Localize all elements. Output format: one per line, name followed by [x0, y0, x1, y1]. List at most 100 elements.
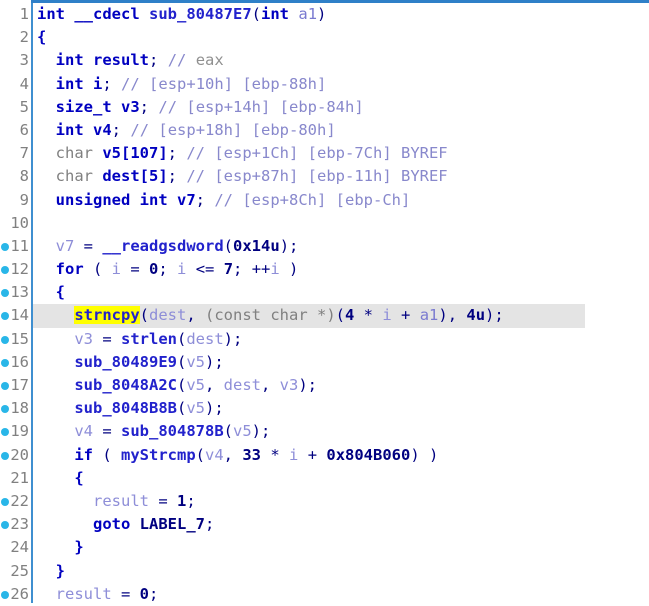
code-text[interactable]: v4 = sub_804878B(v5); — [37, 420, 649, 443]
variable-token[interactable]: result — [93, 492, 149, 510]
number-token[interactable]: 1 — [177, 492, 186, 510]
code-line[interactable]: 22 result = 1; — [0, 490, 649, 513]
keyword-token[interactable]: } — [56, 562, 65, 580]
type-cast-token[interactable]: char — [56, 167, 93, 185]
code-text[interactable]: size_t v3; // [esp+14h] [ebp-84h] — [37, 96, 649, 119]
code-line[interactable]: 16 sub_80489E9(v5); — [0, 351, 649, 374]
code-text[interactable]: unsigned int v7; // [esp+8Ch] [ebp-Ch] — [37, 189, 649, 212]
code-text[interactable]: strncpy(dest, (const char *)(4 * i + a1)… — [37, 304, 649, 327]
type-cast-token[interactable]: char — [56, 144, 93, 162]
keyword-token[interactable]: if — [74, 446, 93, 464]
executable-line-marker-icon[interactable] — [1, 358, 9, 367]
highlighted-token[interactable]: strncpy — [74, 306, 140, 325]
code-text[interactable]: for ( i = 0; i <= 7; ++i ) — [37, 258, 649, 281]
code-text[interactable]: int v4; // [esp+18h] [ebp-80h] — [37, 119, 649, 142]
number-token[interactable]: 0x804B060 — [326, 446, 410, 464]
code-text[interactable]: if ( myStrcmp(v4, 33 * i + 0x804B060) ) — [37, 444, 649, 467]
code-text[interactable]: { — [37, 26, 649, 49]
code-text[interactable]: char dest[5]; // [esp+87h] [ebp-11h] BYR… — [37, 165, 649, 188]
variable-token[interactable]: v7 — [56, 237, 75, 255]
function-name-token[interactable]: myStrcmp — [121, 446, 196, 464]
keyword-token[interactable]: v7 — [168, 191, 196, 209]
code-text[interactable]: int i; // [esp+10h] [ebp-88h] — [37, 73, 649, 96]
code-line[interactable]: 7 char v5[107]; // [esp+1Ch] [ebp-7Ch] B… — [0, 142, 649, 165]
keyword-token[interactable]: v5[107] — [93, 144, 167, 162]
code-line[interactable]: 26 result = 0; — [0, 583, 649, 606]
variable-token[interactable]: v4 — [74, 422, 93, 440]
keyword-token[interactable]: { — [37, 28, 46, 46]
code-line[interactable]: 4 int i; // [esp+10h] [ebp-88h] — [0, 73, 649, 96]
executable-line-marker-icon[interactable] — [1, 335, 9, 344]
keyword-token[interactable]: } — [74, 538, 83, 556]
function-name-token[interactable]: strlen — [121, 330, 177, 348]
code-line[interactable]: 17 sub_8048A2C(v5, dest, v3); — [0, 374, 649, 397]
keyword-token[interactable]: for — [56, 260, 84, 278]
number-token[interactable]: 4u — [466, 306, 485, 324]
keyword-token[interactable]: v3 — [112, 98, 140, 116]
code-text[interactable]: int result; // eax — [37, 49, 649, 72]
variable-token[interactable]: v5 — [186, 376, 205, 394]
variable-token[interactable]: dest — [224, 376, 261, 394]
function-name-token[interactable]: sub_8048A2C — [74, 376, 177, 394]
code-line[interactable]: 23 goto LABEL_7; — [0, 513, 649, 536]
number-token[interactable]: 7 — [224, 260, 233, 278]
code-line[interactable]: 15 v3 = strlen(dest); — [0, 328, 649, 351]
code-text[interactable]: result = 0; — [37, 583, 649, 606]
keyword-token[interactable]: dest[5] — [93, 167, 167, 185]
keyword-token[interactable]: int — [56, 51, 84, 69]
variable-token[interactable]: v3 — [280, 376, 299, 394]
argument-token[interactable]: a1 — [298, 5, 317, 23]
keyword-token[interactable]: v4 — [84, 121, 112, 139]
code-line[interactable]: 5 size_t v3; // [esp+14h] [ebp-84h] — [0, 96, 649, 119]
keyword-token[interactable]: { — [74, 469, 83, 487]
code-line[interactable]: 6 int v4; // [esp+18h] [ebp-80h] — [0, 119, 649, 142]
code-text[interactable]: v3 = strlen(dest); — [37, 328, 649, 351]
keyword-token[interactable]: i — [84, 75, 102, 93]
keyword-token[interactable]: __cdecl — [74, 5, 139, 23]
function-name-token[interactable]: sub_80487E7 — [149, 5, 252, 23]
function-name-token[interactable]: sub_80489E9 — [74, 353, 177, 371]
code-line[interactable]: 19 v4 = sub_804878B(v5); — [0, 420, 649, 443]
function-name-token[interactable]: sub_8048B8B — [74, 399, 177, 417]
code-text[interactable]: sub_80489E9(v5); — [37, 351, 649, 374]
variable-token[interactable]: i — [112, 260, 121, 278]
keyword-token[interactable]: size_t — [56, 98, 112, 116]
keyword-token[interactable]: int — [56, 75, 84, 93]
variable-token[interactable]: i — [382, 306, 391, 324]
variable-token[interactable]: i — [270, 260, 279, 278]
code-text[interactable]: } — [37, 536, 649, 559]
variable-token[interactable]: v5 — [186, 399, 205, 417]
number-token[interactable]: 0 — [149, 260, 158, 278]
code-line[interactable]: 12 for ( i = 0; i <= 7; ++i ) — [0, 258, 649, 281]
code-line[interactable]: 11 v7 = __readgsdword(0x14u); — [0, 235, 649, 258]
keyword-token[interactable]: unsigned int — [56, 191, 168, 209]
code-text[interactable]: sub_8048B8B(v5); — [37, 397, 649, 420]
executable-line-marker-icon[interactable] — [1, 266, 9, 275]
number-token[interactable]: 0x14u — [233, 237, 280, 255]
function-name-token[interactable]: sub_804878B — [121, 422, 224, 440]
type-cast-token[interactable]: (const char *) — [205, 306, 336, 324]
code-text[interactable]: { — [37, 281, 649, 304]
keyword-token[interactable]: result — [84, 51, 149, 69]
keyword-token[interactable]: int — [261, 5, 289, 23]
function-name-token[interactable]: __readgsdword — [102, 237, 223, 255]
code-text[interactable]: { — [37, 467, 649, 490]
code-text[interactable]: result = 1; — [37, 490, 649, 513]
code-line[interactable]: 13 { — [0, 281, 649, 304]
code-text[interactable]: char v5[107]; // [esp+1Ch] [ebp-7Ch] BYR… — [37, 142, 649, 165]
code-text[interactable]: int __cdecl sub_80487E7(int a1) — [37, 3, 649, 26]
variable-token[interactable]: v5 — [186, 353, 205, 371]
code-line[interactable]: 1 int __cdecl sub_80487E7(int a1) — [0, 3, 649, 26]
code-text[interactable]: } — [37, 560, 649, 583]
code-text[interactable]: goto LABEL_7; — [37, 513, 649, 536]
code-text[interactable]: v7 = __readgsdword(0x14u); — [37, 235, 649, 258]
code-line[interactable]: 20 if ( myStrcmp(v4, 33 * i + 0x804B060)… — [0, 444, 649, 467]
keyword-token[interactable]: int — [37, 5, 65, 23]
code-line[interactable]: 25 } — [0, 560, 649, 583]
number-token[interactable]: 0 — [140, 585, 149, 603]
code-line[interactable]: 21 { — [0, 467, 649, 490]
number-token[interactable]: 4 — [345, 306, 354, 324]
code-line[interactable]: 24 } — [0, 536, 649, 559]
variable-token[interactable]: v4 — [205, 446, 224, 464]
pseudocode-editor[interactable]: 1 int __cdecl sub_80487E7(int a1) 2{3 int … — [0, 0, 649, 603]
